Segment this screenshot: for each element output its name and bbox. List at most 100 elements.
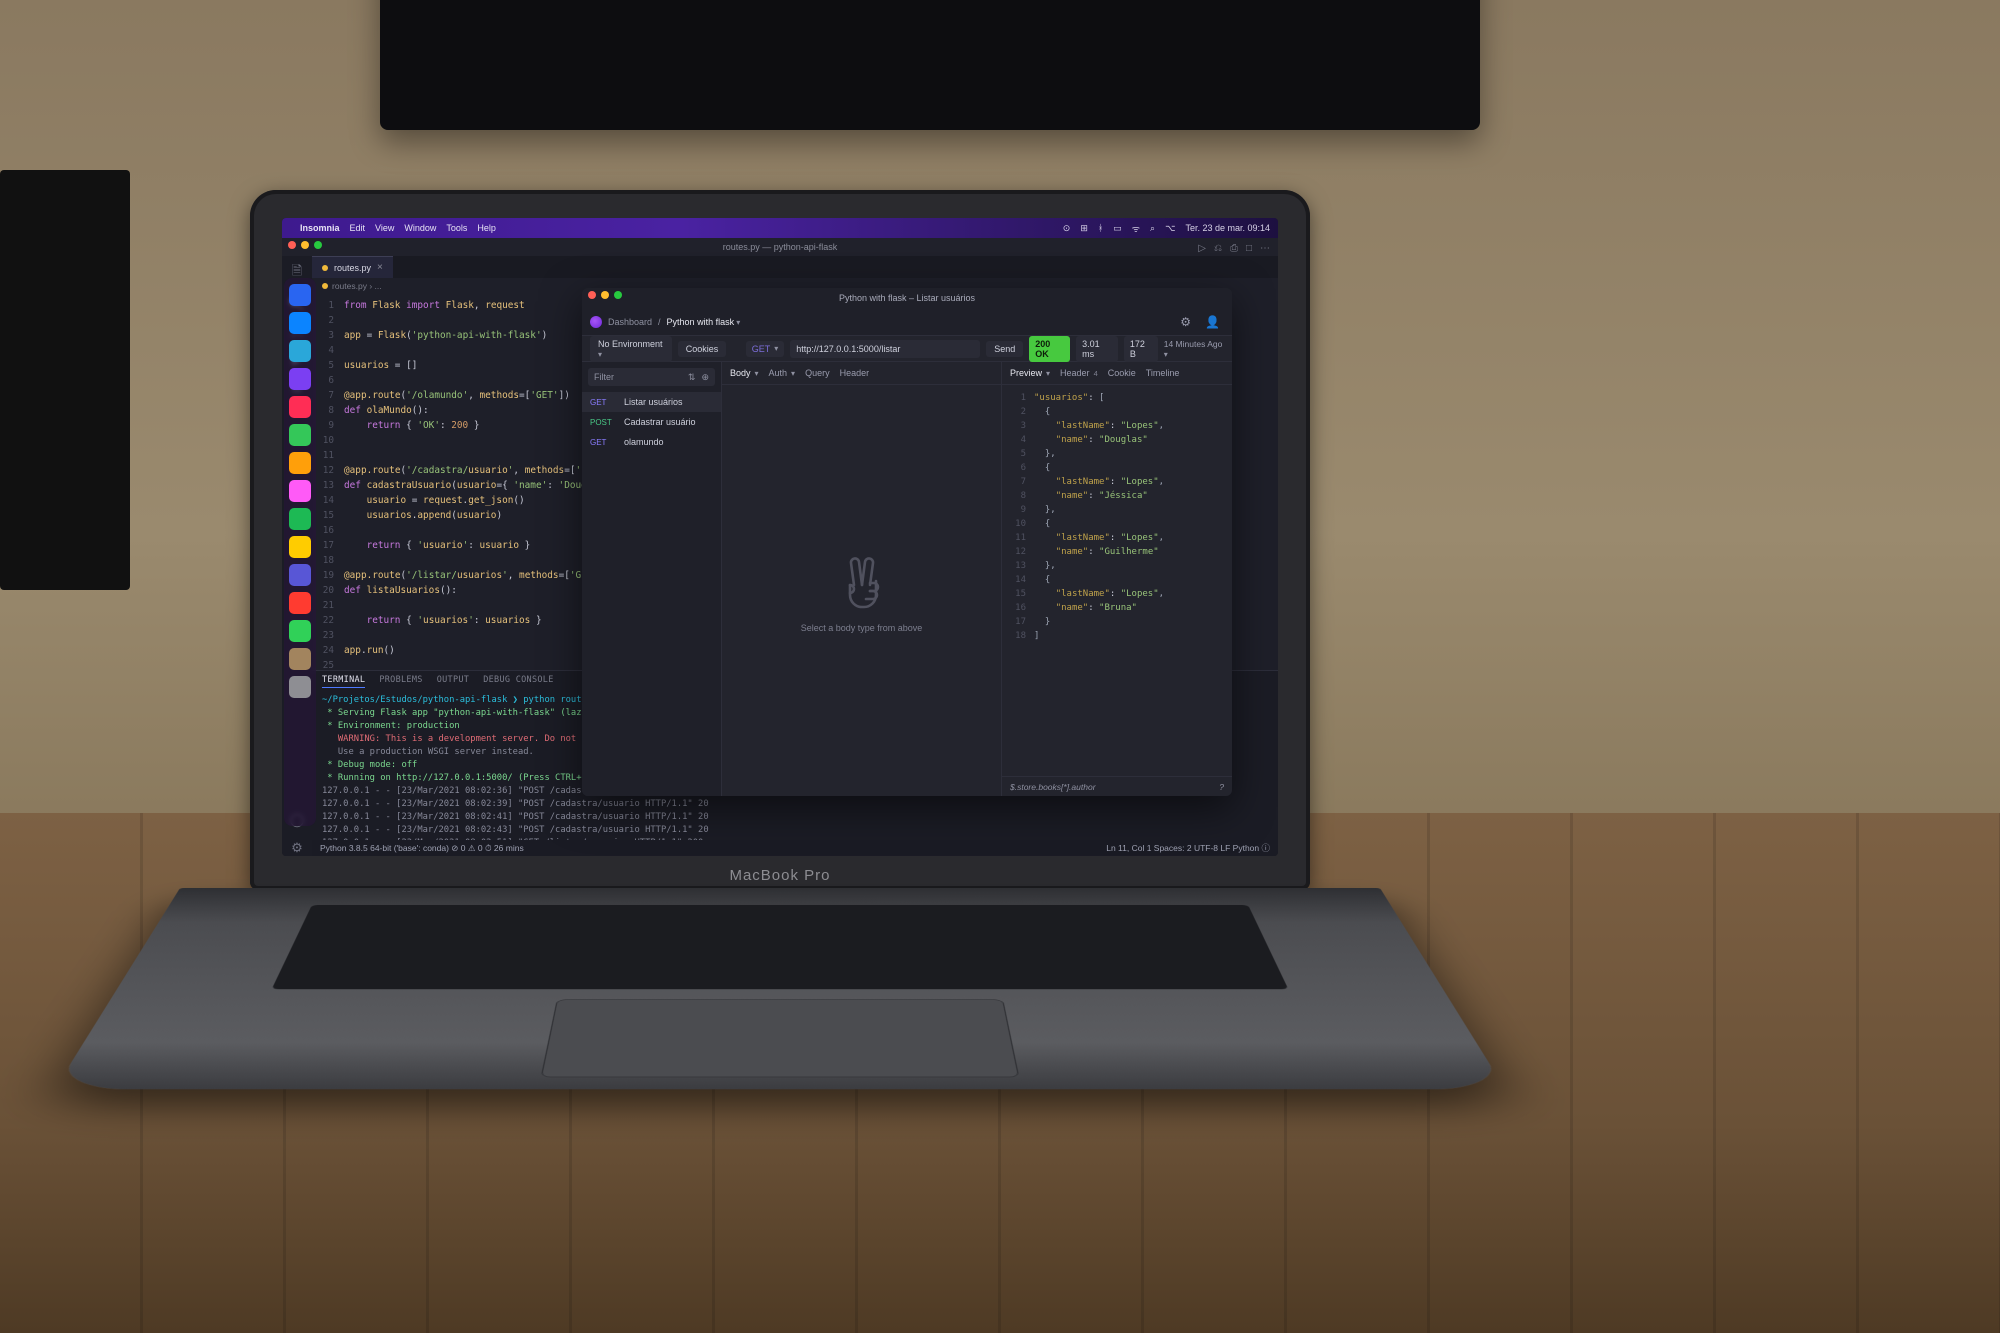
bluetooth-icon[interactable]: ᚼ [1098, 223, 1103, 233]
response-size: 172 B [1124, 336, 1158, 362]
cookies-button[interactable]: Cookies [678, 341, 727, 357]
request-label: olamundo [624, 437, 664, 447]
minimize-icon[interactable] [301, 241, 309, 249]
insomnia-logo-icon[interactable] [590, 316, 602, 328]
filter-sort-icon[interactable]: ⇅ [688, 372, 696, 383]
tab-cookie[interactable]: Cookie [1108, 368, 1136, 378]
search-icon[interactable]: ⌕ [1150, 223, 1155, 234]
tab-resp-header[interactable]: Header 4 [1060, 368, 1098, 378]
dock-app-icon[interactable] [289, 676, 311, 698]
url-input[interactable]: http://127.0.0.1:5000/listar [790, 340, 980, 358]
add-request-icon[interactable]: ⊕ [701, 372, 709, 383]
dock-app-icon[interactable] [289, 564, 311, 586]
dock-app-icon[interactable] [289, 592, 311, 614]
python-file-icon [322, 283, 328, 289]
menubar-item[interactable]: Help [477, 223, 496, 233]
battery-icon[interactable]: ▭ [1113, 223, 1122, 234]
response-tabs: Preview Header 4 Cookie Timeline [1002, 362, 1232, 385]
window-controls [288, 241, 322, 249]
editor-toolbar: ▷ ⎌ ⎙ □ ⋯ [1198, 240, 1270, 258]
laptop-screen-frame: Insomnia Edit View Window Tools Help ⊙ ⊞… [250, 190, 1310, 890]
dashboard-link[interactable]: Dashboard [608, 317, 652, 327]
dock-app-icon[interactable] [289, 340, 311, 362]
menubar-item[interactable]: View [375, 223, 394, 233]
dock-app-icon[interactable] [289, 508, 311, 530]
layout-icon[interactable]: □ [1246, 240, 1252, 258]
trackpad [541, 999, 1020, 1077]
method-dropdown[interactable]: GET [746, 341, 785, 357]
panel-tab-terminal[interactable]: TERMINAL [322, 675, 365, 688]
tab-preview[interactable]: Preview [1010, 368, 1050, 378]
control-center-icon[interactable]: ⌥ [1165, 223, 1175, 234]
zoom-icon[interactable] [314, 241, 322, 249]
response-filter[interactable]: $.store.books[*].author ? [1002, 776, 1232, 796]
diff-icon[interactable]: ⎙ [1230, 240, 1238, 258]
dock-app-icon[interactable] [289, 536, 311, 558]
dock-app-icon[interactable] [289, 620, 311, 642]
tab-query[interactable]: Query [805, 368, 830, 378]
close-icon[interactable] [288, 241, 296, 249]
request-bar: No Environment Cookies GET http://127.0.… [582, 336, 1232, 362]
environment-dropdown[interactable]: No Environment [590, 336, 672, 362]
tab-routes-py[interactable]: routes.py × [312, 256, 393, 278]
dock-app-icon[interactable] [289, 424, 311, 446]
dock-app-icon[interactable] [289, 396, 311, 418]
menubar-item[interactable]: Window [404, 223, 436, 233]
empty-body-hint: Select a body type from above [801, 623, 923, 633]
tab-label: routes.py [334, 263, 371, 273]
status-icon[interactable]: ⊞ [1080, 223, 1088, 234]
tab-auth[interactable]: Auth [769, 368, 796, 378]
request-item[interactable]: GET olamundo [582, 432, 721, 452]
tab-body[interactable]: Body [730, 368, 759, 378]
vscode-titlebar: routes.py — python-api-flask ▷ ⎌ ⎙ □ ⋯ [282, 238, 1278, 256]
wifi-icon[interactable]: ᯤ [1132, 222, 1140, 235]
insomnia-titlebar: Python with flask – Listar usuários [582, 288, 1232, 308]
panel-tab-problems[interactable]: PROBLEMS [379, 675, 422, 688]
dock-app-icon[interactable] [289, 368, 311, 390]
minimize-icon[interactable] [601, 291, 609, 299]
dock-app-icon[interactable] [289, 284, 311, 306]
close-tab-icon[interactable]: × [377, 262, 383, 273]
request-method-badge: GET [590, 438, 618, 447]
laptop-model-label: MacBook Pro [250, 867, 1310, 884]
split-icon[interactable]: ⎌ [1214, 240, 1222, 258]
menubar-app-name[interactable]: Insomnia [300, 223, 340, 233]
settings-gear-icon[interactable]: ⚙ [291, 840, 303, 856]
more-icon[interactable]: ⋯ [1260, 240, 1270, 258]
request-label: Cadastrar usuário [624, 417, 696, 427]
request-item[interactable]: GETListar usuários [582, 392, 721, 412]
dock-app-icon[interactable] [289, 312, 311, 334]
response-body[interactable]: 1"usuarios": [ 2 { 3 "lastName": "Lopes"… [1002, 385, 1232, 776]
vscode-title: routes.py — python-api-flask [723, 242, 838, 252]
status-icon[interactable]: ⊙ [1063, 223, 1071, 234]
panel-tab-debug[interactable]: DEBUG CONSOLE [483, 675, 553, 688]
filter-input[interactable]: Filter ⇅ ⊕ [588, 368, 715, 386]
run-icon[interactable]: ▷ [1198, 240, 1206, 258]
project-dropdown[interactable]: Python with flask [667, 317, 741, 327]
tab-timeline[interactable]: Timeline [1146, 368, 1180, 378]
laptop-screen: Insomnia Edit View Window Tools Help ⊙ ⊞… [282, 218, 1278, 856]
request-method-badge: POST [590, 418, 618, 427]
request-item[interactable]: POST Cadastrar usuário [582, 412, 721, 432]
account-icon[interactable]: 👤 [1201, 315, 1224, 329]
hand-peace-icon [830, 549, 894, 613]
filter-placeholder: Filter [594, 372, 614, 382]
status-right[interactable]: Ln 11, Col 1 Spaces: 2 UTF-8 LF Python ⓘ [1106, 842, 1270, 854]
dock-app-icon[interactable] [289, 648, 311, 670]
menubar-item[interactable]: Edit [350, 223, 366, 233]
history-dropdown[interactable]: 14 Minutes Ago [1164, 339, 1224, 359]
filter-help-icon[interactable]: ? [1219, 782, 1224, 792]
zoom-icon[interactable] [614, 291, 622, 299]
menubar-clock[interactable]: Ter. 23 de mar. 09:14 [1185, 223, 1270, 233]
tab-header[interactable]: Header [840, 368, 870, 378]
send-button[interactable]: Send [986, 341, 1023, 357]
window-controls [588, 291, 622, 299]
menubar-item[interactable]: Tools [446, 223, 467, 233]
panel-tab-output[interactable]: OUTPUT [437, 675, 470, 688]
status-left[interactable]: Python 3.8.5 64-bit ('base': conda) ⊘ 0 … [320, 843, 524, 854]
dock-app-icon[interactable] [289, 480, 311, 502]
editor-tabbar: routes.py × [312, 256, 1278, 278]
settings-gear-icon[interactable]: ⚙ [1176, 315, 1195, 329]
close-icon[interactable] [588, 291, 596, 299]
dock-app-icon[interactable] [289, 452, 311, 474]
